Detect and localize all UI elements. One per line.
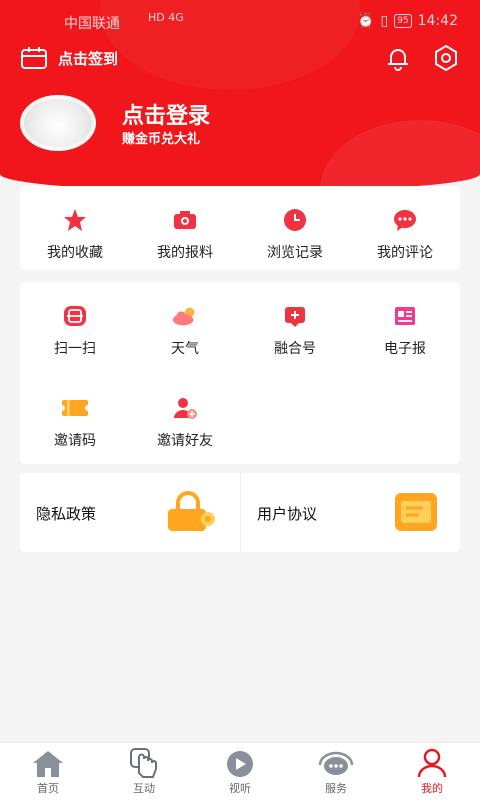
quick-actions-card: 我的收藏 我的报料 浏览记录 我的评论 [20, 186, 460, 270]
battery-indicator: 95 [394, 14, 412, 28]
bottom-tab-bar: 首页 互动 视听 服务 我的 [0, 742, 480, 800]
invite-code-button[interactable]: 邀请码 [20, 394, 130, 450]
calendar-icon[interactable] [20, 46, 48, 74]
star-icon [61, 206, 89, 234]
e-newspaper-button[interactable]: 电子报 [350, 302, 460, 358]
ticket-icon [61, 394, 89, 422]
document-icon [393, 491, 439, 537]
history-button[interactable]: 浏览记录 [240, 206, 350, 262]
scan-icon [61, 302, 89, 330]
home-icon [0, 747, 96, 779]
tap-icon [96, 747, 192, 779]
privacy-policy-button[interactable]: 隐私政策 [20, 473, 240, 552]
add-friend-icon [171, 394, 199, 422]
cloud-icon [171, 302, 199, 330]
login-title[interactable]: 点击登录 [122, 98, 210, 130]
sign-in-button[interactable]: 点击签到 [58, 48, 118, 69]
header-decoration [320, 120, 480, 192]
tab-media[interactable]: 视听 [192, 747, 288, 796]
gear-icon[interactable] [432, 44, 460, 76]
chat-icon [288, 747, 384, 779]
tab-mine[interactable]: 我的 [384, 747, 480, 796]
newspaper-icon [391, 302, 419, 330]
bell-icon[interactable] [384, 44, 412, 76]
user-agreement-button[interactable]: 用户协议 [241, 473, 461, 552]
comment-icon [391, 206, 419, 234]
lock-icon [166, 491, 218, 537]
clock-time: 14:42 [417, 13, 458, 29]
alarm-icon: ⏰ [357, 13, 375, 29]
my-reports-button[interactable]: 我的报料 [130, 206, 240, 262]
tools-card: 扫一扫 天气 融合号 电子报 邀请码 邀请好友 [20, 282, 460, 464]
media-account-icon [281, 302, 309, 330]
tab-services[interactable]: 服务 [288, 747, 384, 796]
status-bar: 中国联通 HD 4G ⏰ ▯ 95 14:42 [0, 8, 480, 36]
play-icon [192, 747, 288, 779]
my-comments-button[interactable]: 我的评论 [350, 206, 460, 262]
top-bar: 点击签到 [0, 40, 480, 76]
clock-icon [281, 206, 309, 234]
favorites-button[interactable]: 我的收藏 [20, 206, 130, 262]
tab-interaction[interactable]: 互动 [96, 747, 192, 796]
camera-icon [171, 206, 199, 234]
weather-button[interactable]: 天气 [130, 302, 240, 358]
person-icon [384, 747, 480, 779]
network-indicator: HD 4G [148, 11, 184, 24]
carrier-name: 中国联通 [64, 16, 120, 32]
vibrate-icon: ▯ [380, 13, 389, 29]
scan-button[interactable]: 扫一扫 [20, 302, 130, 358]
avatar[interactable] [20, 95, 96, 151]
invite-friend-button[interactable]: 邀请好友 [130, 394, 240, 450]
login-subtitle: 赚金币兑大礼 [122, 132, 201, 147]
tab-home[interactable]: 首页 [0, 747, 96, 796]
policy-card: 隐私政策 用户协议 [20, 473, 460, 552]
media-account-button[interactable]: 融合号 [240, 302, 350, 358]
